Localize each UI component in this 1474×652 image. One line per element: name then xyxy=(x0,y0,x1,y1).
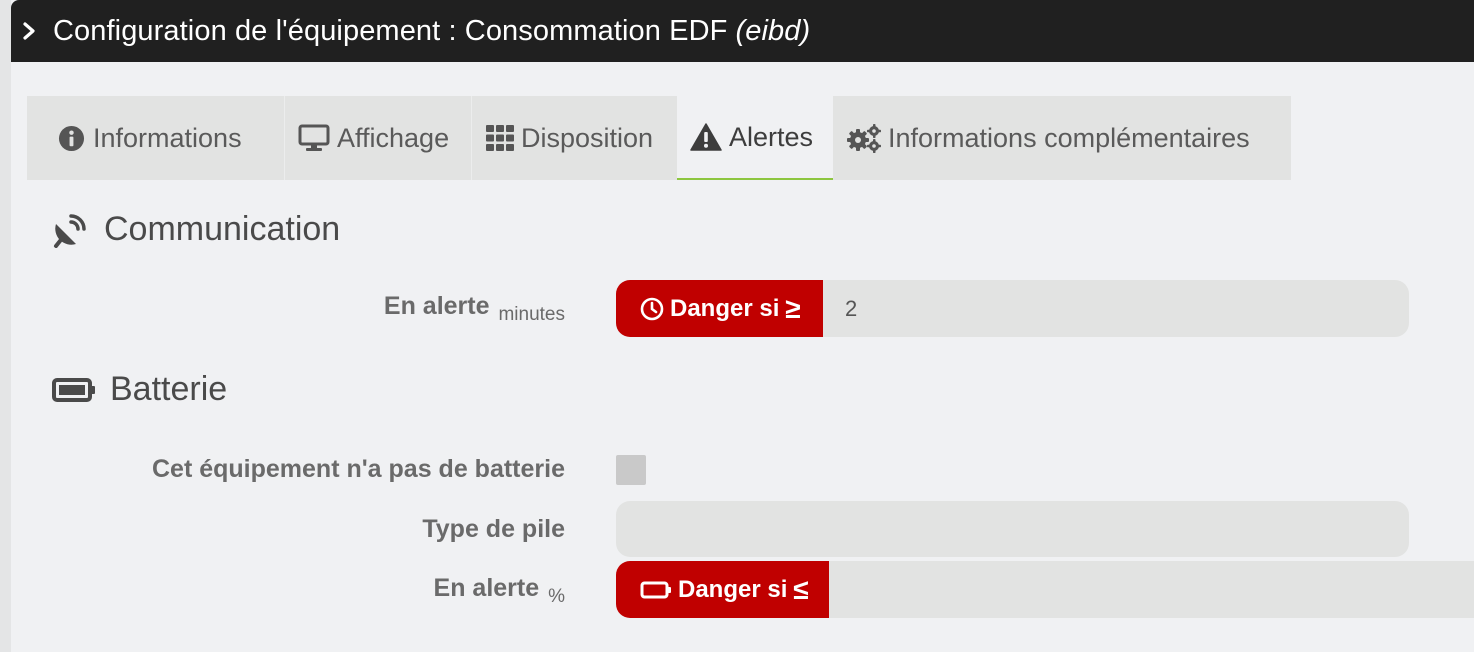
battery-section-title: Batterie xyxy=(52,370,227,409)
communication-section-title: Communication xyxy=(52,210,340,249)
page-title: Configuration de l'équipement : Consomma… xyxy=(53,15,810,48)
communication-alert-input-group: Danger si ≥ xyxy=(616,280,1409,337)
info-circle-icon xyxy=(58,125,85,151)
communication-alert-minutes-input[interactable] xyxy=(823,280,1409,337)
tab-disposition[interactable]: Disposition xyxy=(471,96,677,180)
tab-disposition-label: Disposition xyxy=(521,122,654,153)
plugin-name: (eibd) xyxy=(735,14,811,47)
battery-danger-addon: Danger si ≤ xyxy=(616,561,829,618)
desktop-icon xyxy=(298,124,330,151)
gears-icon xyxy=(847,124,881,153)
clock-icon xyxy=(640,297,664,320)
battery-danger-label: Danger si xyxy=(678,575,788,603)
no-battery-label: Cet équipement n'a pas de batterie xyxy=(152,455,565,483)
tab-alertes-label: Alertes xyxy=(729,121,814,152)
title-bar: Configuration de l'équipement : Consomma… xyxy=(11,0,1474,62)
tab-informations[interactable]: Informations xyxy=(27,96,284,180)
satellite-dish-icon xyxy=(54,213,86,248)
no-battery-checkbox[interactable] xyxy=(616,455,646,485)
communication-alert-label: En alerte minutes xyxy=(384,292,565,326)
page-title-text: Configuration de l'équipement : Consomma… xyxy=(53,14,728,47)
warning-icon xyxy=(690,123,722,151)
equipment-config-window: Configuration de l'équipement : Consomma… xyxy=(11,0,1474,652)
communication-title: Communication xyxy=(104,210,341,248)
tab-affichage-label: Affichage xyxy=(337,122,450,153)
communication-danger-label: Danger si xyxy=(670,294,780,322)
battery-alert-unit: % xyxy=(548,586,565,607)
tab-informations-label: Informations xyxy=(93,122,242,153)
battery-alert-label-text: En alerte xyxy=(433,574,540,602)
chevron-right-icon[interactable] xyxy=(21,21,37,41)
communication-alert-label-text: En alerte xyxy=(383,292,490,320)
battery-title: Batterie xyxy=(110,370,228,408)
grid-icon xyxy=(486,125,514,151)
less-equal-symbol: ≤ xyxy=(793,573,809,605)
tab-informations-complementaires[interactable]: Informations complémentaires xyxy=(833,96,1291,180)
battery-icon xyxy=(52,377,95,402)
battery-alert-input-group: Danger si ≤ xyxy=(616,561,1474,618)
communication-alert-unit: minutes xyxy=(498,304,565,325)
communication-danger-addon: Danger si ≥ xyxy=(616,280,823,337)
battery-alert-label: En alerte % xyxy=(434,574,565,608)
battery-alert-percent-input[interactable] xyxy=(829,561,1474,618)
tab-alertes[interactable]: Alertes xyxy=(677,96,833,180)
greater-equal-symbol: ≥ xyxy=(785,292,801,324)
tab-informations-complementaires-label: Informations complémentaires xyxy=(888,122,1250,153)
battery-type-input[interactable] xyxy=(616,501,1409,557)
tab-affichage[interactable]: Affichage xyxy=(284,96,471,180)
battery-type-label: Type de pile xyxy=(422,515,565,543)
battery-empty-icon xyxy=(640,581,671,598)
tab-bar: Informations Affichage Disposition Alert… xyxy=(27,96,1291,180)
